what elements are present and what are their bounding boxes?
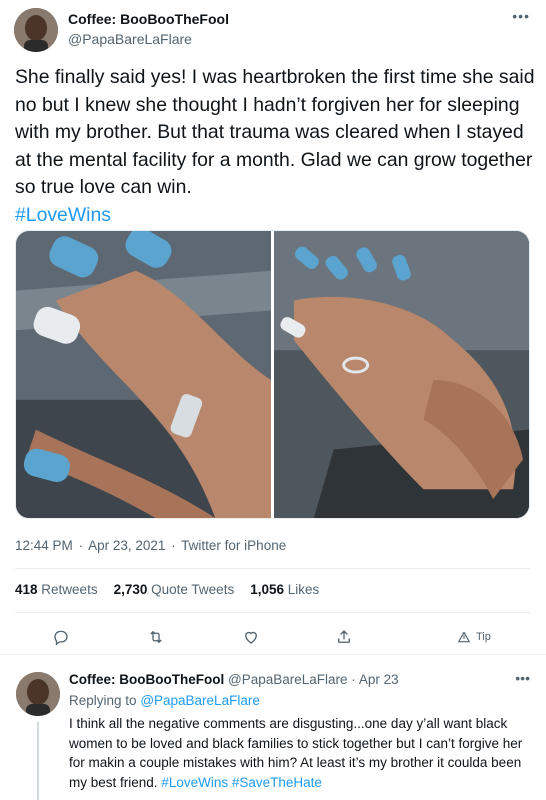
avatar[interactable] [14,8,58,52]
quote-tweets-count: 2,730 [113,582,148,597]
author-block[interactable]: Coffee: BooBooTheFool @PapaBareLaFlare [68,10,229,48]
reply-date[interactable]: Apr 23 [359,672,399,687]
reply-body: I think all the negative comments are di… [69,714,535,792]
divider [15,612,531,613]
avatar[interactable] [16,672,60,716]
comment-icon [54,630,68,646]
share-button[interactable] [335,625,353,649]
meta-separator: · [171,538,176,553]
reply-tweet[interactable]: Coffee: BooBooTheFool @PapaBareLaFlare ·… [0,656,546,800]
ellipsis-icon[interactable]: ••• [515,670,530,686]
replying-to: Replying to @PapaBareLaFlare [69,693,260,708]
like-button[interactable] [242,625,260,649]
photo-right[interactable] [274,231,529,518]
hand-ring-photo-left [16,231,271,518]
hand-ring-photo-right [274,231,529,518]
hashtag-link[interactable]: #LoveWins [161,775,228,790]
tip-label: Tip [476,631,491,643]
retweets-count: 418 [15,582,38,597]
avatar-photo [14,8,58,52]
tweet-body: She finally said yes! I was heartbroken … [15,64,535,229]
engagement-stats: 418 Retweets 2,730 Quote Tweets 1,056 Li… [15,582,319,597]
quote-tweets-label: Quote Tweets [151,582,235,597]
action-bar: Tip [0,625,546,649]
heart-icon [245,631,257,644]
retweet-icon [150,631,162,643]
meta-separator: · [351,672,356,687]
display-name[interactable]: Coffee: BooBooTheFool [68,10,229,28]
retweet-button[interactable] [147,625,165,649]
tweet-date[interactable]: Apr 23, 2021 [88,538,165,553]
meta-separator: · [78,538,84,553]
hashtag-link[interactable]: #SaveTheHate [232,775,322,790]
photo-left[interactable] [16,231,271,518]
tip-icon [458,631,470,643]
retweets-label: Retweets [41,582,98,597]
tweet-metadata: 12:44 PM · Apr 23, 2021 · Twitter for iP… [15,538,288,553]
tweet-source[interactable]: Twitter for iPhone [181,538,286,553]
share-icon [338,630,350,643]
likes-stat[interactable]: 1,056 Likes [250,582,319,597]
divider [15,568,531,569]
thread-line [37,722,39,800]
reply-header: Coffee: BooBooTheFool @PapaBareLaFlare ·… [69,671,399,689]
mention-link[interactable]: @PapaBareLaFlare [140,693,260,708]
likes-label: Likes [287,582,320,597]
tweet-time[interactable]: 12:44 PM [15,538,73,553]
tip-button[interactable]: Tip [457,625,491,649]
hashtag-link[interactable]: #LoveWins [15,202,535,230]
quote-tweets-stat[interactable]: 2,730 Quote Tweets [114,582,235,597]
media-grid [15,230,530,519]
reply-button[interactable] [52,625,70,649]
replying-prefix: Replying to [69,693,137,708]
display-name[interactable]: Coffee: BooBooTheFool [69,672,224,687]
ellipsis-icon[interactable]: ••• [512,8,530,24]
avatar-photo [16,672,60,716]
likes-count: 1,056 [250,582,284,597]
user-handle[interactable]: @PapaBareLaFlare [68,30,229,48]
main-tweet: Coffee: BooBooTheFool @PapaBareLaFlare •… [0,0,546,655]
retweets-stat[interactable]: 418 Retweets [15,582,98,597]
user-handle[interactable]: @PapaBareLaFlare [228,672,348,687]
tweet-text: She finally said yes! I was heartbroken … [15,66,535,198]
